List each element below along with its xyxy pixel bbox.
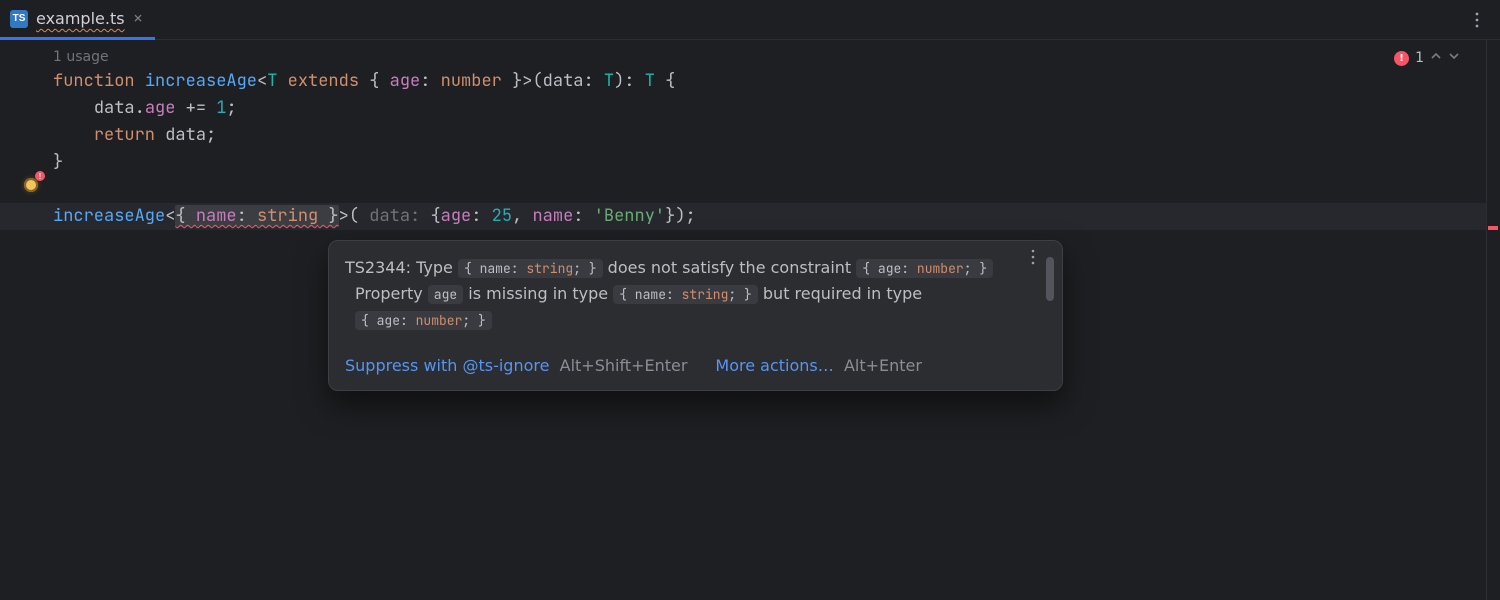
error-count: 1 <box>1415 50 1424 66</box>
inlay-param-hint: data: <box>369 205 420 227</box>
tab-bar-more-button[interactable] <box>1470 0 1484 40</box>
tooltip-actions: Suppress with @ts-ignore Alt+Shift+Enter… <box>345 353 1016 378</box>
tooltip-more-button[interactable] <box>1026 247 1040 272</box>
tab-filename: example.ts <box>36 9 125 28</box>
error-stripe[interactable] <box>1486 40 1500 600</box>
code-line-1[interactable]: function increaseAge<T extends { age: nu… <box>53 68 1486 95</box>
tooltip-message-line-2: Property age is missing in type { name: … <box>345 281 1016 333</box>
code-line-2[interactable]: data.age += 1; <box>53 95 1486 122</box>
suppress-shortcut: Alt+Shift+Enter <box>560 356 688 375</box>
code-line-5[interactable] <box>53 176 1486 203</box>
prev-problem-button[interactable] <box>1430 50 1442 66</box>
close-tab-icon[interactable]: × <box>133 10 144 28</box>
suppress-ts-ignore-link[interactable]: Suppress with @ts-ignore <box>345 356 549 375</box>
intention-bulb-icon[interactable]: ! <box>24 178 38 192</box>
usages-inlay[interactable]: 1 usage <box>53 48 1486 66</box>
code-line-4[interactable]: } <box>53 149 1486 176</box>
error-icon: ! <box>1394 51 1409 66</box>
next-problem-button[interactable] <box>1448 50 1460 66</box>
error-stripe-mark[interactable] <box>1488 226 1498 230</box>
editor-area: ! 1 ! 1 usage function increaseAge<T ext… <box>0 40 1500 600</box>
error-tooltip: TS2344: Type { name: string; } does not … <box>328 240 1063 391</box>
more-actions-link[interactable]: More actions… <box>715 356 833 375</box>
kebab-icon <box>1026 249 1040 265</box>
tab-example-ts[interactable]: TS example.ts × <box>0 0 155 40</box>
code-line-3[interactable]: return data; <box>53 122 1486 149</box>
intention-bulb-error-badge: ! <box>35 171 45 181</box>
code-line-6[interactable]: increaseAge<{ name: string }>( data: {ag… <box>0 203 1486 230</box>
tab-bar: TS example.ts × <box>0 0 1500 40</box>
tooltip-scrollbar[interactable] <box>1046 257 1054 301</box>
more-actions-shortcut: Alt+Enter <box>844 356 922 375</box>
tooltip-message-line-1: TS2344: Type { name: string; } does not … <box>345 255 1016 281</box>
code-editor[interactable]: ! 1 ! 1 usage function increaseAge<T ext… <box>0 40 1486 600</box>
problems-widget[interactable]: ! 1 <box>1394 50 1460 66</box>
kebab-icon <box>1470 12 1484 28</box>
typescript-file-icon: TS <box>10 10 28 28</box>
